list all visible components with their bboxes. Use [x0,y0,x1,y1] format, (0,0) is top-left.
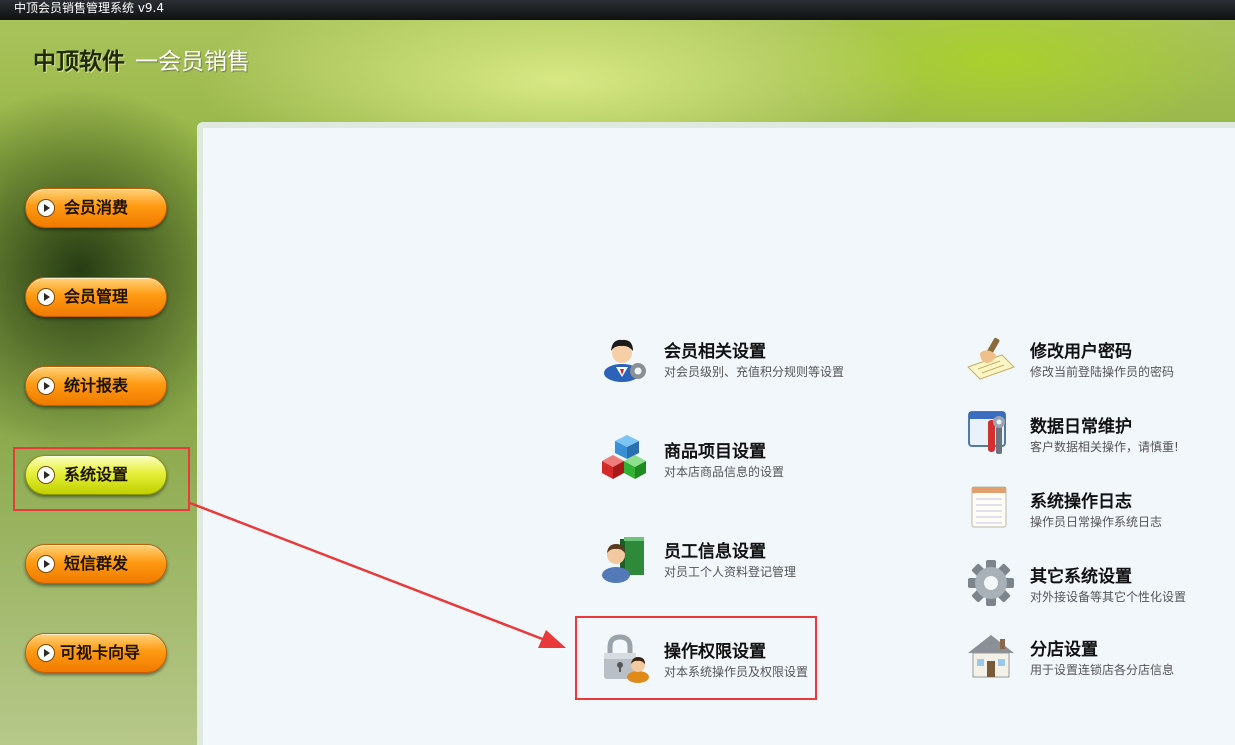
change-password-item[interactable]: 修改用户密码 修改当前登陆操作员的密码 [966,333,1226,387]
permission-settings-item[interactable]: 操作权限设置 对本系统操作员及权限设置 [600,633,860,687]
lock-user-icon [604,634,649,683]
data-maintenance-desc: 客户数据相关操作，请慎重! [1030,440,1179,454]
other-settings-title: 其它系统设置 [1030,567,1132,587]
member-settings-title: 会员相关设置 [664,342,766,362]
play-circle-icon [37,377,55,395]
sidebar-item-member-consume[interactable]: 会员消费 [25,188,167,228]
product-settings-item[interactable]: 商品项目设置 对本店商品信息的设置 [600,433,860,487]
employee-settings-title: 员工信息设置 [664,542,766,562]
highlight-box-system-settings [13,447,190,511]
permission-settings-desc: 对本系统操作员及权限设置 [664,665,809,679]
member-settings-item[interactable]: 会员相关设置 对会员级别、充值积分规则等设置 [600,333,860,387]
sidebar-item-label: 统计报表 [64,376,129,395]
other-settings-desc: 对外接设备等其它个性化设置 [1030,590,1187,604]
sidebar-item-label: 会员管理 [64,287,129,306]
data-maintenance-item[interactable]: 数据日常维护 客户数据相关操作，请慎重! [966,408,1226,462]
operation-log-desc: 操作员日常操作系统日志 [1030,515,1163,529]
tools-window-icon [968,411,1006,454]
brand-sub-text: 一会员销售 [135,49,250,75]
product-settings-desc: 对本店商品信息的设置 [664,465,785,479]
member-settings-icon [604,339,646,382]
house-icon [968,635,1014,678]
gear-icon [968,560,1014,606]
brand-logo: 中顶软件 一会员销售 [33,42,250,76]
pen-paper-icon [967,337,1015,380]
play-circle-icon [37,199,55,217]
member-settings-desc: 对会员级别、充值积分规则等设置 [664,365,845,379]
play-circle-icon [37,644,55,662]
sidebar-item-sms[interactable]: 短信群发 [25,544,167,584]
sidebar-item-label: 可视卡向导 [60,643,141,662]
data-maintenance-title: 数据日常维护 [1030,417,1132,437]
change-password-desc: 修改当前登陆操作员的密码 [1030,365,1175,379]
product-cubes-icon [602,435,646,479]
other-settings-item[interactable]: 其它系统设置 对外接设备等其它个性化设置 [966,558,1226,612]
sidebar-item-label: 会员消费 [64,198,129,217]
play-circle-icon [37,555,55,573]
sidebar-item-reports[interactable]: 统计报表 [25,366,167,406]
operation-log-item[interactable]: 系统操作日志 操作员日常操作系统日志 [966,483,1226,537]
sidebar-item-member-manage[interactable]: 会员管理 [25,277,167,317]
branch-settings-title: 分店设置 [1030,640,1098,660]
notepad-icon [971,486,1007,528]
sidebar-item-card-wizard[interactable]: 可视卡向导 [25,633,167,673]
branch-settings-desc: 用于设置连锁店各分店信息 [1030,663,1175,677]
change-password-title: 修改用户密码 [1030,342,1132,362]
sidebar-item-label: 短信群发 [64,554,129,573]
employee-settings-item[interactable]: 员工信息设置 对员工个人资料登记管理 [600,533,860,587]
employee-settings-desc: 对员工个人资料登记管理 [664,565,797,579]
operation-log-title: 系统操作日志 [1030,492,1132,512]
branch-settings-item[interactable]: 分店设置 用于设置连锁店各分店信息 [966,631,1226,685]
product-settings-title: 商品项目设置 [664,442,766,462]
brand-main-text: 中顶软件 [33,49,125,75]
permission-settings-title: 操作权限设置 [664,642,766,662]
employee-book-icon [602,537,644,583]
play-circle-icon [37,288,55,306]
window-title: 中顶会员销售管理系统 v9.4 [14,1,165,15]
window-title-bar: 中顶会员销售管理系统 v9.4 [0,0,1235,20]
